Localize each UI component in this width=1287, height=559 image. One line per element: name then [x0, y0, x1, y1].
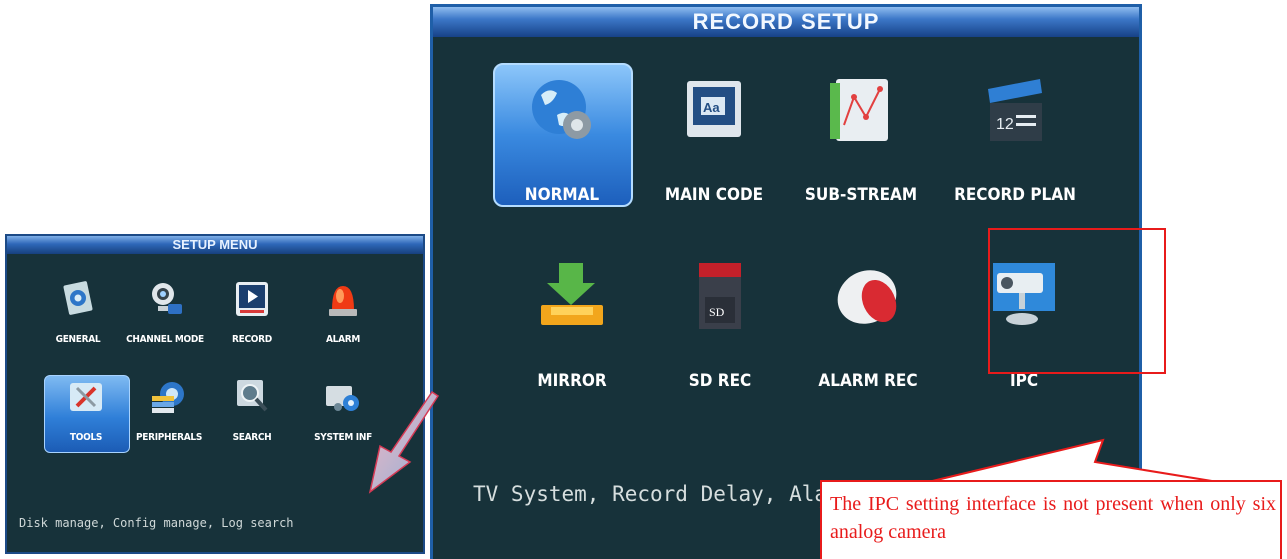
annotation-overlay: [368, 390, 1219, 509]
arrow-icon: [368, 390, 440, 494]
callout-text: The IPC setting interface is not present…: [830, 493, 1276, 543]
annotation-callout: The IPC setting interface is not present…: [820, 480, 1282, 559]
